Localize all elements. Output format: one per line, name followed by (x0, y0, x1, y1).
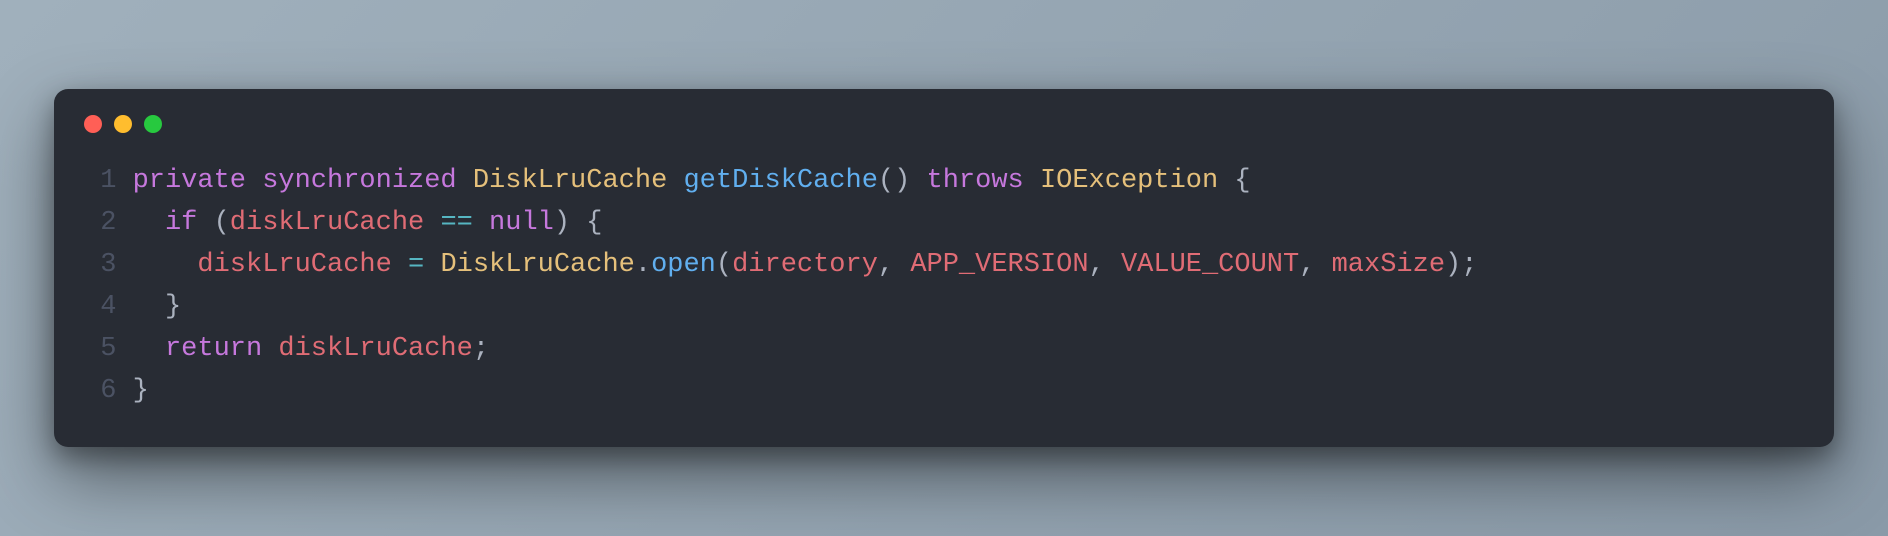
token-plain (1315, 250, 1331, 280)
token-type: DiskLruCache (473, 166, 667, 196)
token-punct: () (878, 166, 910, 196)
line-number: 6 (84, 371, 116, 413)
token-punct: , (878, 250, 894, 280)
token-punct: ; (473, 334, 489, 364)
indent (133, 292, 165, 322)
token-keyword: null (489, 208, 554, 238)
token-keyword: return (165, 334, 262, 364)
token-plain (1105, 250, 1121, 280)
token-punct: ( (214, 208, 230, 238)
code-line: 5 return diskLruCache; (84, 329, 1804, 371)
token-plain (473, 208, 489, 238)
code-content: } (133, 371, 1804, 413)
token-plain (570, 208, 586, 238)
token-plain (246, 166, 262, 196)
token-punct: . (635, 250, 651, 280)
line-number: 4 (84, 287, 116, 329)
line-number: 3 (84, 245, 116, 287)
token-punct: } (133, 376, 149, 406)
token-plain (424, 250, 440, 280)
token-punct: { (1234, 166, 1250, 196)
token-punct: ( (716, 250, 732, 280)
code-content: return diskLruCache; (133, 329, 1804, 371)
token-punct: ) (1445, 250, 1461, 280)
token-punct: , (1299, 250, 1315, 280)
token-plain (457, 166, 473, 196)
token-keyword: throws (927, 166, 1024, 196)
token-keyword: private (133, 166, 246, 196)
token-plain (424, 208, 440, 238)
window-titlebar (84, 115, 1804, 133)
token-funccall: open (651, 250, 716, 280)
code-content: private synchronized DiskLruCache getDis… (133, 161, 1804, 203)
token-plain (1024, 166, 1040, 196)
token-punct: } (165, 292, 181, 322)
token-plain (894, 250, 910, 280)
token-type: IOException (1040, 166, 1218, 196)
code-line: 2 if (diskLruCache == null) { (84, 203, 1804, 245)
token-op: = (408, 250, 424, 280)
token-punct: { (586, 208, 602, 238)
token-type: DiskLruCache (440, 250, 634, 280)
token-plain (910, 166, 926, 196)
code-content: } (133, 287, 1804, 329)
token-ident: diskLruCache (230, 208, 424, 238)
token-const: APP_VERSION (910, 250, 1088, 280)
token-op: == (440, 208, 472, 238)
token-plain (392, 250, 408, 280)
token-ident: diskLruCache (278, 334, 472, 364)
indent (133, 334, 165, 364)
line-number: 2 (84, 203, 116, 245)
token-const: VALUE_COUNT (1121, 250, 1299, 280)
code-content: if (diskLruCache == null) { (133, 203, 1804, 245)
line-number: 1 (84, 161, 116, 203)
indent (133, 208, 165, 238)
code-line: 6} (84, 371, 1804, 413)
code-line: 1 private synchronized DiskLruCache getDi… (84, 161, 1804, 203)
token-punct: ) (554, 208, 570, 238)
indent (133, 250, 198, 280)
token-ident: maxSize (1332, 250, 1445, 280)
token-ident: directory (732, 250, 878, 280)
token-keyword: if (165, 208, 197, 238)
token-plain (262, 334, 278, 364)
code-content: diskLruCache = DiskLruCache.open(directo… (133, 245, 1804, 287)
line-number: 5 (84, 329, 116, 371)
close-icon[interactable] (84, 115, 102, 133)
token-funcdef: getDiskCache (683, 166, 877, 196)
code-line: 4 } (84, 287, 1804, 329)
minimize-icon[interactable] (114, 115, 132, 133)
stage: 1 private synchronized DiskLruCache getDi… (0, 0, 1888, 536)
token-plain (1218, 166, 1234, 196)
token-plain (667, 166, 683, 196)
token-punct: , (1089, 250, 1105, 280)
token-ident: diskLruCache (197, 250, 391, 280)
code-line: 3 diskLruCache = DiskLruCache.open(direc… (84, 245, 1804, 287)
code-area: 1 private synchronized DiskLruCache getDi… (84, 161, 1804, 412)
zoom-icon[interactable] (144, 115, 162, 133)
token-plain (197, 208, 213, 238)
code-window: 1 private synchronized DiskLruCache getDi… (54, 89, 1834, 446)
token-keyword: synchronized (262, 166, 456, 196)
token-punct: ; (1461, 250, 1477, 280)
